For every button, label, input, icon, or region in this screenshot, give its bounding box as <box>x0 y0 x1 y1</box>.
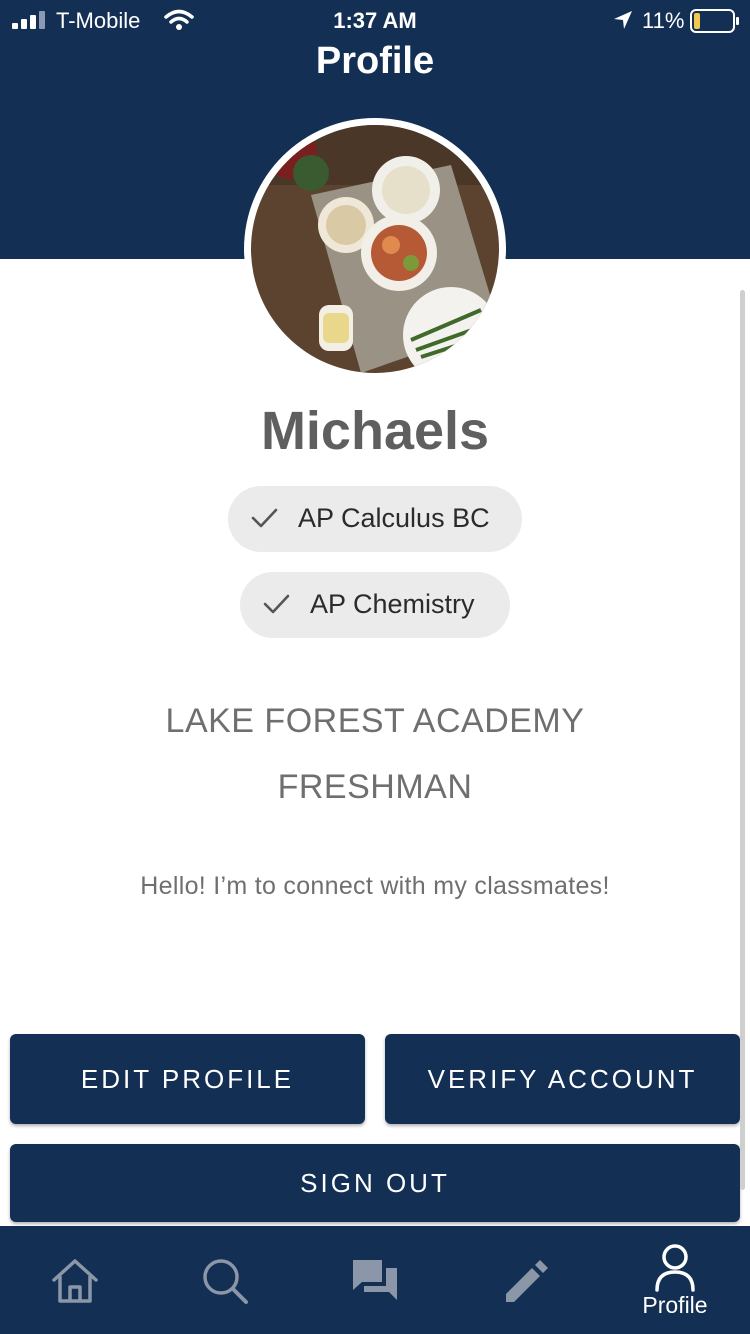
verify-account-button[interactable]: VERIFY ACCOUNT <box>385 1034 740 1124</box>
tab-compose[interactable] <box>450 1226 600 1334</box>
avatar[interactable] <box>244 118 506 380</box>
course-chip-label: AP Calculus BC <box>298 503 490 533</box>
grade-level: FRESHMAN <box>277 768 473 806</box>
tab-search[interactable] <box>150 1226 300 1334</box>
checkmark-icon <box>263 594 290 614</box>
profile-name: Michaels <box>260 401 490 461</box>
home-icon <box>52 1259 98 1303</box>
tab-home[interactable] <box>0 1226 150 1334</box>
location-arrow-icon <box>614 11 632 29</box>
search-icon <box>203 1259 248 1304</box>
pencil-icon <box>506 1260 548 1302</box>
status-time: 1:37 AM <box>333 8 417 33</box>
edit-profile-button[interactable]: EDIT PROFILE <box>10 1034 365 1124</box>
profile-photo <box>251 125 499 373</box>
school-name: LAKE FOREST ACADEMY <box>165 702 585 740</box>
tab-bar: Profile <box>0 1226 750 1334</box>
checkmark-icon <box>251 508 278 528</box>
tab-profile-label: Profile <box>642 1292 708 1318</box>
profile-bio: Hello! I’m to connect with my classmates… <box>140 872 610 900</box>
status-bar: T-Mobile 1:37 AM 11% <box>0 0 750 40</box>
scrollbar[interactable] <box>740 290 745 1190</box>
person-icon <box>655 1244 695 1292</box>
course-chip[interactable]: AP Calculus BC <box>228 486 522 552</box>
battery-icon <box>690 9 739 33</box>
page-title: Profile <box>315 40 435 82</box>
course-chip[interactable]: AP Chemistry <box>240 572 510 638</box>
sign-out-button[interactable]: SIGN OUT <box>10 1144 740 1222</box>
tab-profile[interactable]: Profile <box>600 1226 750 1334</box>
chat-icon <box>353 1260 397 1300</box>
battery-percentage: 11% <box>642 8 685 33</box>
course-chip-label: AP Chemistry <box>310 589 475 619</box>
tab-messages[interactable] <box>300 1226 450 1334</box>
